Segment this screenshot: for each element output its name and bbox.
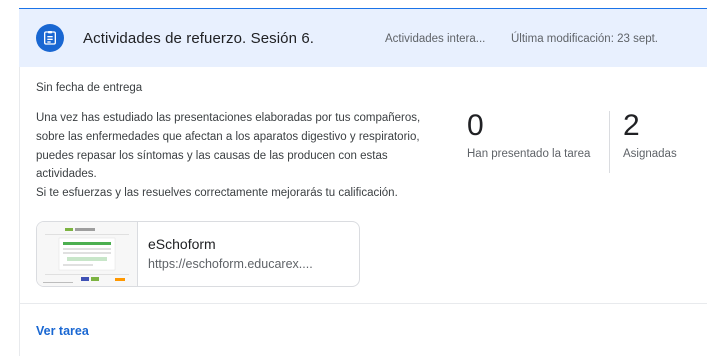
due-date: Sin fecha de entrega (36, 82, 143, 94)
last-modified: Última modificación: 23 sept. (511, 33, 659, 45)
attachment-title: eSchoform (148, 236, 216, 252)
turned-in-label: Han presentado la tarea (467, 148, 591, 160)
stat-divider (609, 111, 610, 173)
turned-in-count: 0 (467, 109, 484, 142)
attachment-thumbnail (37, 222, 138, 286)
assigned-stat[interactable]: 2 Asignadas (623, 109, 677, 160)
assignment-title: Actividades de refuerzo. Sesión 6. (83, 30, 315, 47)
assignment-header[interactable]: Actividades de refuerzo. Sesión 6. Activ… (19, 8, 707, 67)
topic-label: Actividades intera... (385, 33, 486, 45)
attachment-card[interactable]: eSchoform https://eschoform.educarex.... (36, 221, 360, 287)
assignment-icon (36, 24, 64, 52)
description-line: Una vez has estudiado las presentaciones… (36, 112, 421, 124)
description-line: actividades. (36, 168, 97, 181)
attachment-url: https://eschoform.educarex.... (148, 257, 313, 271)
turned-in-stat[interactable]: 0 Han presentado la tarea (467, 109, 590, 160)
view-assignment-link[interactable]: Ver tarea (36, 324, 89, 338)
description-line: puedes repasar los síntomas y las causas… (36, 149, 388, 162)
description-line: sobre las enfermedades que afectan a los… (36, 130, 420, 143)
assigned-label: Asignadas (623, 148, 677, 160)
description-line: Si te esfuerzas y las resuelves correcta… (36, 187, 398, 200)
assignment-description: Una vez has estudiado las presentaciones… (36, 109, 456, 203)
assignment-details: Sin fecha de entrega Una vez has estudia… (19, 67, 707, 356)
assigned-count: 2 (623, 109, 640, 142)
divider (20, 303, 707, 304)
